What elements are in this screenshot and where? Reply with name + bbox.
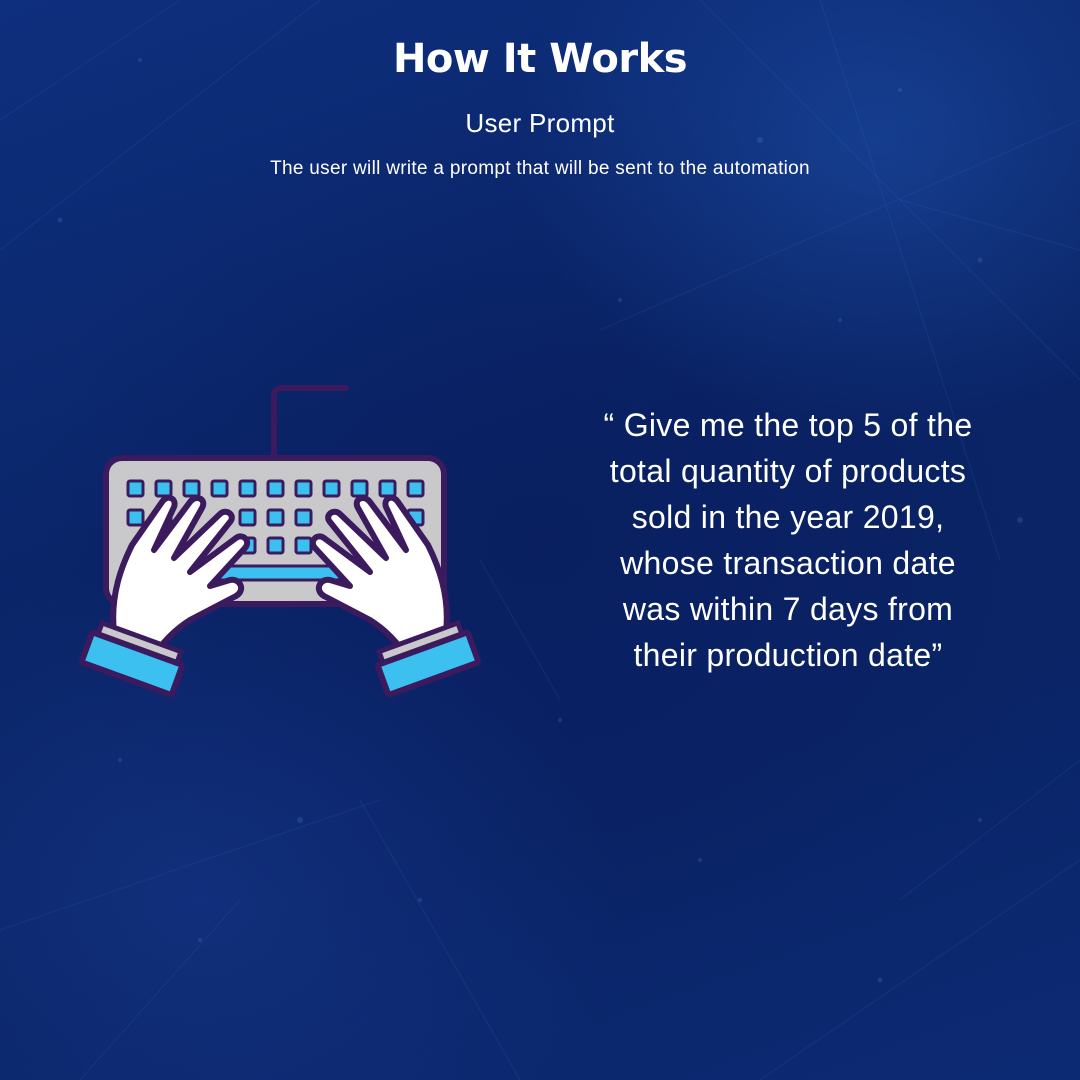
typing-on-keyboard-icon [70, 380, 490, 700]
page-title: How It Works [392, 36, 688, 82]
keyboard-hands-illustration [78, 385, 482, 698]
example-prompt-quote: “ Give me the top 5 of the total quantit… [603, 407, 973, 673]
right-hand-icon [309, 494, 482, 698]
step-subtitle: User Prompt [465, 108, 615, 138]
step-description: The user will write a prompt that will b… [270, 158, 810, 179]
